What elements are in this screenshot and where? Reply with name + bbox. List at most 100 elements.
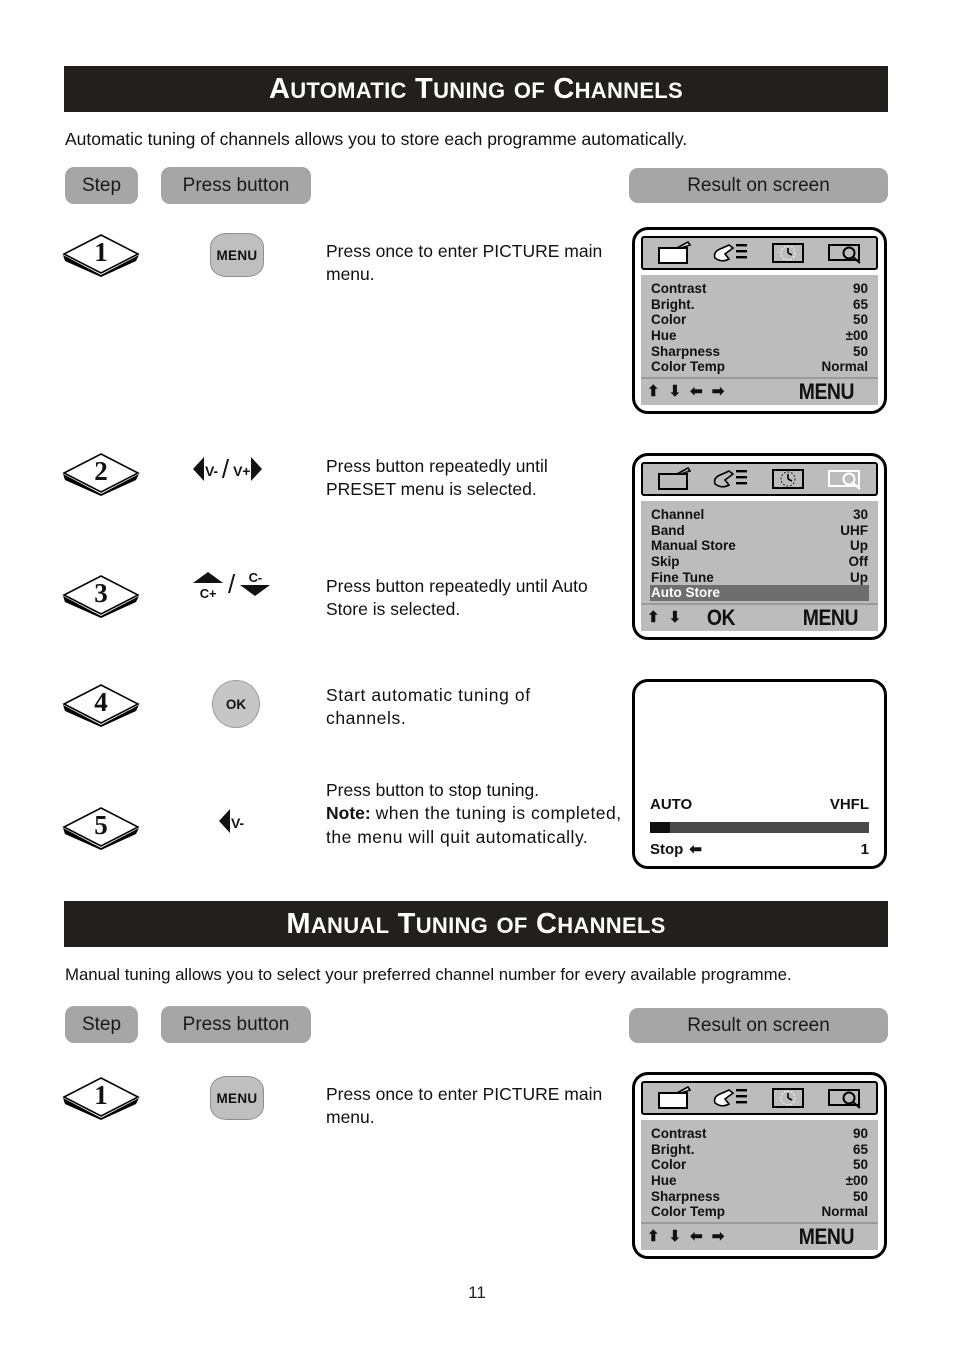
osd-row: Bright. 65 <box>650 1142 869 1158</box>
manual-remote-menu-button-1[interactable]: MENU <box>210 1076 264 1120</box>
osd-row-value: 50 <box>852 343 868 359</box>
remote-channel-keys-3[interactable]: C+ / C- <box>192 569 271 601</box>
section-title-automatic: AUTOMATIC TUNING OF CHANNELS <box>268 72 684 105</box>
osd-row: Skip Off <box>650 554 869 570</box>
triangle-left-icon <box>192 456 205 486</box>
column-header-press-button-2: Press button <box>161 1006 311 1043</box>
arrow-up-icon: ⬆ <box>647 1228 660 1246</box>
osd-row-value: 90 <box>852 1126 868 1141</box>
osd-row-value: 30 <box>852 507 868 522</box>
arrow-right-icon: ➡ <box>711 383 725 401</box>
channel-down-key: C- <box>239 571 271 600</box>
osd-footer: ⬆ ⬇ OK MENU <box>641 602 878 631</box>
magnifier-preset-icon <box>822 240 866 266</box>
osd-row-label: Contrast <box>651 281 707 296</box>
manual-step-instruction-1: Press once to enter PICTURE main menu. <box>326 1084 603 1128</box>
step-number-2: 2 <box>94 456 108 486</box>
osd-footer: ⬆ ⬇ ⬅ ➡ MENU <box>641 1221 878 1250</box>
arrow-down-icon: ⬇ <box>668 383 682 401</box>
osd-row-label: Color Temp <box>651 1204 725 1220</box>
osd-row-value: Up <box>850 538 868 554</box>
osd-row-label: Fine Tune <box>651 569 714 585</box>
osd-picture-menu-2: Contrast 90 Bright. 65 Color 50 Hue ±00 … <box>632 1072 887 1259</box>
osd-picture-rows: Contrast 90 Bright. 65 Color 50 Hue ±00 … <box>641 1120 878 1222</box>
step-instruction-3: Press button repeatedly until Auto Store… <box>326 576 588 620</box>
osd-preset-rows: Channel 30 Band UHF Manual Store Up Skip… <box>641 501 878 603</box>
arrow-down-icon: ⬇ <box>668 609 682 627</box>
page-number: 11 <box>468 1283 486 1302</box>
osd-row-label: Bright. <box>651 296 695 312</box>
remote-volume-keys-2[interactable]: V- / V+ <box>192 454 263 486</box>
step-instruction-5: Press button to stop tuning. Note: when … <box>326 779 626 849</box>
arrow-down-icon: ⬇ <box>668 1228 682 1246</box>
osd-row-label: Skip <box>651 553 680 569</box>
column-header-step-1: Step <box>65 167 138 204</box>
auto-tuning-status: Stop ⬅ 1 <box>650 841 869 858</box>
channel-down-label: C- <box>248 570 263 585</box>
osd-row-value: 65 <box>852 1141 868 1157</box>
step-diamond-4: 4 <box>62 681 140 727</box>
osd-row-label: Color Temp <box>651 359 725 375</box>
osd-row: Color Temp Normal <box>650 1204 869 1220</box>
auto-tuning-progress-fill <box>650 822 670 833</box>
separator-slash: / <box>221 454 230 484</box>
hand-sound-icon <box>709 466 753 492</box>
osd-footer: ⬆ ⬇ ⬅ ➡ MENU <box>641 376 878 405</box>
osd-row: Color Temp Normal <box>650 359 869 375</box>
step-instruction-5-line1: Press button to stop tuning. <box>326 780 540 800</box>
magnifier-preset-icon <box>822 466 866 492</box>
column-header-press-button-1: Press button <box>161 167 311 204</box>
section-title-manual: MANUAL TUNING OF CHANNELS <box>286 907 666 940</box>
osd-row: Manual Store Up <box>650 538 869 554</box>
step-diamond-5: 5 <box>62 804 140 850</box>
osd-icon-bar <box>641 1081 878 1115</box>
osd-row-value: 50 <box>852 312 868 328</box>
section-header-manual: MANUAL TUNING OF CHANNELS <box>64 901 888 947</box>
osd-preset-menu: Channel 30 Band UHF Manual Store Up Skip… <box>632 453 887 640</box>
column-header-step-2: Step <box>65 1006 138 1043</box>
osd-footer-ok-label: OK <box>707 604 736 630</box>
remote-menu-button-1[interactable]: MENU <box>210 233 264 277</box>
stop-label: Stop <box>650 841 684 858</box>
volume-down-label: V- <box>231 815 244 831</box>
osd-row-label: Hue <box>651 1172 677 1188</box>
step-number-1: 1 <box>94 237 108 267</box>
osd-row: Color 50 <box>650 1157 869 1173</box>
channel-up-label: C+ <box>199 586 217 601</box>
clock-timer-icon <box>766 1085 810 1111</box>
osd-row-value: Off <box>848 553 869 569</box>
osd-row: Color 50 <box>650 312 869 328</box>
osd-icon-bar <box>641 462 878 496</box>
osd-row-value: Up <box>850 569 868 585</box>
osd-row: Fine Tune Up <box>650 570 869 586</box>
tv-icon <box>653 1085 697 1111</box>
osd-row: Contrast 90 <box>650 281 869 297</box>
osd-row-label: Auto Store <box>651 585 720 601</box>
triangle-right-icon <box>250 456 263 486</box>
osd-row: Bright. 65 <box>650 297 869 313</box>
hand-sound-icon <box>709 1085 753 1111</box>
triangle-down-icon <box>239 584 271 600</box>
osd-row-value: 50 <box>852 1188 868 1204</box>
osd-icon-bar <box>641 236 878 270</box>
auto-tuning-labels: AUTO VHFL <box>650 796 869 813</box>
auto-label: AUTO <box>650 796 693 813</box>
osd-row: Sharpness 50 <box>650 344 869 360</box>
remote-ok-button-4[interactable]: OK <box>212 680 260 728</box>
osd-row-label: Channel <box>651 507 705 522</box>
manual-step-diamond-1: 1 <box>62 1074 140 1120</box>
osd-row: Band UHF <box>650 523 869 539</box>
magnifier-preset-icon <box>822 1085 866 1111</box>
step-diamond-2: 2 <box>62 450 140 496</box>
osd-row-label: Bright. <box>651 1141 695 1157</box>
section-header-automatic: AUTOMATIC TUNING OF CHANNELS <box>64 66 888 112</box>
column-header-result-on-screen-1: Result on screen <box>629 168 888 203</box>
remote-volume-down-key-5[interactable]: V- <box>218 808 244 838</box>
arrow-up-icon: ⬆ <box>647 609 660 627</box>
tv-icon <box>653 240 697 266</box>
step-instruction-1: Press once to enter PICTURE main menu. <box>326 241 603 285</box>
hand-sound-icon <box>709 240 753 266</box>
tv-icon <box>653 466 697 492</box>
osd-picture-rows: Contrast 90 Bright. 65 Color 50 Hue ±00 … <box>641 275 878 377</box>
step-number-3: 3 <box>94 578 108 608</box>
